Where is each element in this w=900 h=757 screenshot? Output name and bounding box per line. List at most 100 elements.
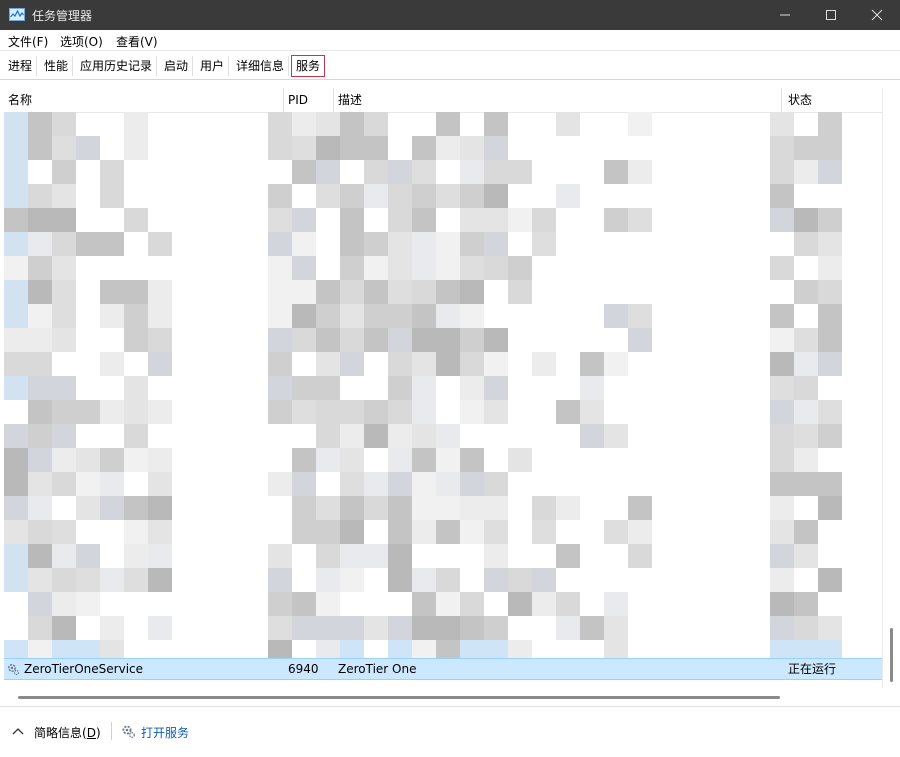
pixel-block (460, 472, 484, 496)
pixel-block (388, 304, 412, 328)
pixel-block (28, 424, 52, 448)
pixel-block (460, 352, 484, 376)
column-header-status[interactable]: 状态 (784, 88, 882, 112)
pixel-block (340, 352, 364, 376)
tab-startup[interactable]: 启动 (160, 56, 194, 76)
pixel-block (794, 520, 818, 544)
pixel-block (124, 424, 148, 448)
tab-performance[interactable]: 性能 (40, 56, 74, 76)
pixel-block (100, 160, 124, 184)
tab-details[interactable]: 详细信息 (232, 56, 290, 76)
footer-bar: 简略信息(D) 打开服务 (0, 706, 900, 757)
menu-file[interactable]: 文件(F) (8, 33, 48, 50)
pixel-block (364, 400, 388, 424)
open-services-link[interactable]: 打开服务 (141, 724, 189, 741)
pixel-block (388, 208, 412, 232)
vertical-scroll-thumb[interactable] (890, 628, 893, 682)
pixel-block (4, 568, 28, 592)
pixel-block (628, 160, 652, 184)
pixel-block (364, 256, 388, 280)
menu-view[interactable]: 查看(V) (116, 33, 158, 50)
pixel-block (770, 520, 794, 544)
fewer-details-close: ) (95, 726, 101, 740)
pixel-block (556, 496, 580, 520)
pixel-block (76, 472, 100, 496)
pixel-block (484, 328, 508, 352)
pixel-block (268, 400, 292, 424)
pixel-block (460, 280, 484, 304)
pixel-block (4, 184, 28, 208)
pixel-block (4, 112, 28, 136)
pixel-block (388, 544, 412, 568)
pixel-block (52, 520, 76, 544)
pixel-block (556, 544, 580, 568)
pixel-block (268, 592, 292, 616)
pixel-block (340, 328, 364, 352)
table-row[interactable]: ZeroTierOneService 6940 ZeroTier One 正在运… (4, 658, 882, 680)
horizontal-scroll-thumb[interactable] (18, 696, 780, 699)
pixel-block (556, 112, 580, 136)
pixel-block (28, 520, 52, 544)
pixel-block (484, 496, 508, 520)
close-button[interactable] (854, 0, 900, 30)
tab-app-history[interactable]: 应用历史记录 (76, 56, 158, 76)
pixel-block (436, 328, 460, 352)
column-header-pid[interactable]: PID (284, 88, 334, 112)
pixel-block (460, 184, 484, 208)
pixel-block (124, 496, 148, 520)
pixel-block (508, 592, 532, 616)
pixel-block (316, 520, 340, 544)
menu-options[interactable]: 选项(O) (60, 33, 103, 50)
pixel-block (388, 568, 412, 592)
pixel-block (484, 112, 508, 136)
pixel-block (412, 520, 436, 544)
pixel-block (4, 472, 28, 496)
pixel-block (412, 304, 436, 328)
pixel-block (436, 112, 460, 136)
pixelated-rows (4, 112, 882, 664)
pixel-block (818, 616, 842, 640)
tab-processes[interactable]: 进程 (4, 56, 38, 76)
pixel-block (76, 544, 100, 568)
pixel-block (100, 448, 124, 472)
pixel-block (556, 592, 580, 616)
pixel-block (100, 304, 124, 328)
pixel-block (316, 160, 340, 184)
close-icon (871, 9, 883, 21)
pixel-block (52, 592, 76, 616)
column-header-description[interactable]: 描述 (334, 88, 782, 112)
pixel-block (28, 184, 52, 208)
pixel-block (460, 448, 484, 472)
pixel-block (412, 424, 436, 448)
pixel-block (340, 400, 364, 424)
pixel-block (52, 232, 76, 256)
pixel-block (124, 304, 148, 328)
horizontal-scrollbar[interactable] (4, 688, 882, 706)
tab-services[interactable]: 服务 (291, 55, 326, 77)
pixel-block (340, 256, 364, 280)
pixel-block (52, 304, 76, 328)
vertical-scrollbar[interactable] (882, 88, 900, 688)
window-title: 任务管理器 (32, 9, 93, 23)
pixel-block (76, 568, 100, 592)
pixel-block (292, 304, 316, 328)
fewer-details-link[interactable]: 简略信息(D) (34, 724, 101, 741)
pixel-block (316, 544, 340, 568)
pixel-block (4, 160, 28, 184)
pixel-block (124, 136, 148, 160)
pixel-block (556, 400, 580, 424)
pixel-block (794, 232, 818, 256)
pixel-block (818, 352, 842, 376)
tab-users[interactable]: 用户 (196, 56, 230, 76)
pixel-block (316, 448, 340, 472)
minimize-button[interactable] (762, 0, 808, 30)
maximize-button[interactable] (808, 0, 854, 30)
pixel-block (268, 568, 292, 592)
pixel-block (604, 424, 628, 448)
pixel-block (364, 280, 388, 304)
chevron-up-icon[interactable] (12, 726, 24, 736)
title-bar[interactable]: 任务管理器 (0, 0, 900, 30)
pixel-block (292, 400, 316, 424)
pixel-block (484, 184, 508, 208)
pixel-block (770, 304, 794, 328)
